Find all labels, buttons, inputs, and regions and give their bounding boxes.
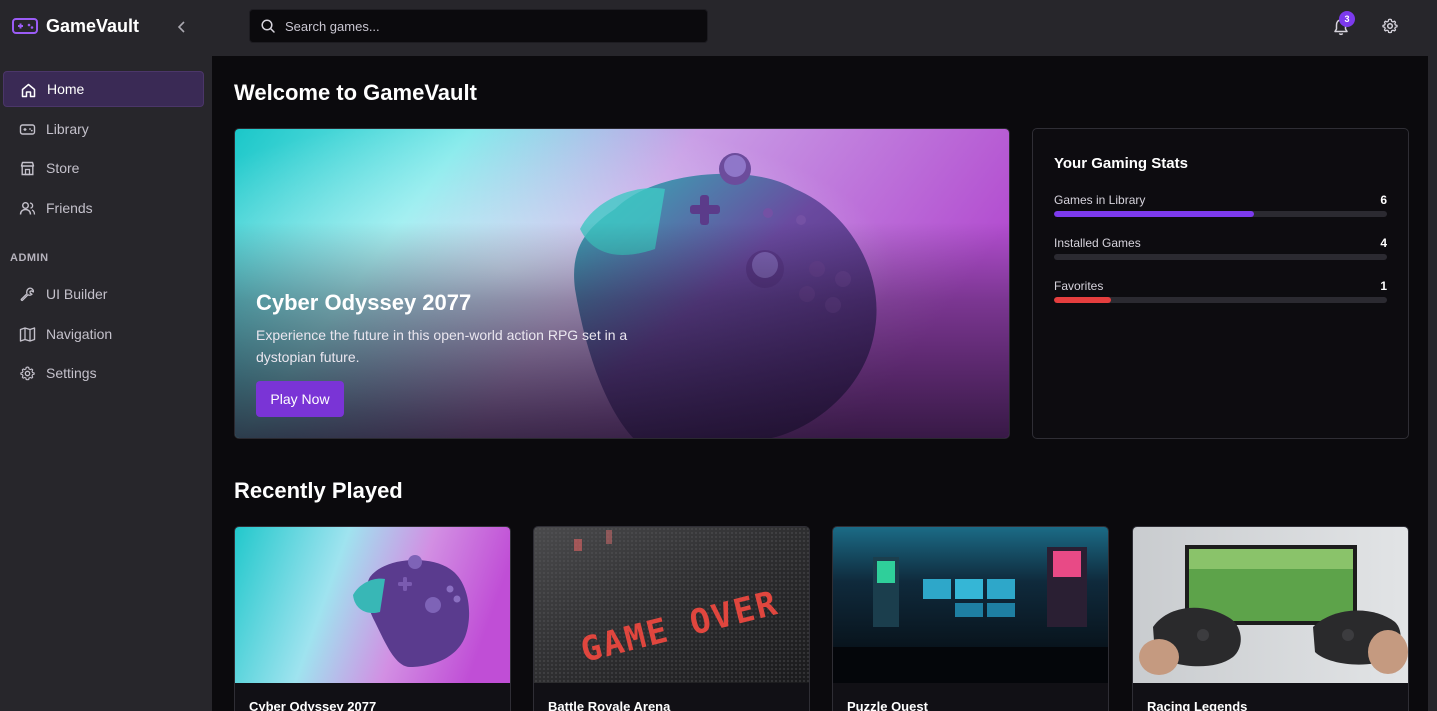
app-root: GameVault 3 Home — [0, 0, 1437, 711]
stat-value: 1 — [1380, 279, 1387, 293]
sidebar-item-navigation[interactable]: Navigation — [3, 316, 204, 352]
hero-title: Cyber Odyssey 2077 — [256, 290, 472, 315]
admin-section-label: ADMIN — [10, 252, 49, 264]
top-bar: GameVault 3 — [0, 0, 1437, 56]
search-icon — [261, 19, 275, 33]
gamepad-icon — [19, 124, 36, 135]
sidebar-item-store[interactable]: Store — [3, 150, 204, 186]
game-card-title: Battle Royale Arena — [548, 699, 671, 711]
stat-value: 6 — [1380, 193, 1387, 207]
chevron-left-icon — [177, 21, 185, 33]
game-cover-image: GAME OVER — [534, 527, 809, 683]
app-name: GameVault — [46, 16, 140, 36]
settings-gear-icon[interactable] — [1381, 17, 1399, 35]
stat-value: 4 — [1380, 236, 1387, 250]
stat-label: Games in Library — [1054, 193, 1146, 207]
gamepad-logo-icon — [12, 18, 38, 34]
game-cover-image — [235, 527, 510, 683]
play-now-button[interactable]: Play Now — [256, 381, 344, 417]
main-scrollbar[interactable] — [1428, 56, 1437, 711]
stat-favorites: Favorites 1 — [1054, 279, 1387, 315]
stat-installed-games: Installed Games 4 — [1054, 236, 1387, 272]
collapse-sidebar-button[interactable] — [174, 18, 190, 36]
sidebar-item-settings[interactable]: Settings — [3, 355, 204, 391]
sidebar-item-label: Settings — [46, 365, 97, 381]
map-icon — [19, 327, 36, 342]
sidebar-item-home[interactable]: Home — [3, 71, 204, 107]
gear-icon — [20, 366, 35, 381]
wrench-icon — [20, 287, 35, 302]
stat-progress-fill — [1054, 297, 1111, 303]
game-card[interactable]: Cyber Odyssey 2077 — [234, 526, 511, 711]
search-box — [249, 9, 708, 43]
search-input[interactable] — [285, 10, 695, 42]
notification-badge: 3 — [1339, 11, 1355, 27]
store-icon — [20, 161, 35, 176]
stat-progress-track — [1054, 297, 1387, 303]
game-cover-image — [1133, 527, 1408, 683]
hero-description: Experience the future in this open-world… — [256, 327, 628, 365]
stat-games-in-library: Games in Library 6 — [1054, 193, 1387, 229]
sidebar: Home Library Store Friends ADMIN UI Buil… — [0, 56, 212, 711]
sidebar-item-label: Library — [46, 121, 89, 137]
stat-progress-track — [1054, 211, 1387, 217]
stat-progress-fill — [1054, 211, 1254, 217]
game-cover-image — [833, 527, 1108, 683]
game-card[interactable]: Racing Legends — [1132, 526, 1409, 711]
game-card-title: Puzzle Quest — [847, 699, 928, 711]
sidebar-item-label: Friends — [46, 200, 93, 216]
page-title: Welcome to GameVault — [234, 80, 477, 105]
sidebar-item-library[interactable]: Library — [3, 111, 204, 147]
sidebar-item-label: UI Builder — [46, 286, 108, 302]
hero-overlay — [235, 129, 1009, 438]
gaming-stats-panel: Your Gaming Stats Games in Library 6 Ins… — [1032, 128, 1409, 439]
game-card[interactable]: GAME OVER Battle Royale Arena — [533, 526, 810, 711]
game-card-title: Cyber Odyssey 2077 — [249, 699, 377, 711]
stat-progress-track — [1054, 254, 1387, 260]
game-card[interactable]: Puzzle Quest — [832, 526, 1109, 711]
recently-played-title: Recently Played — [234, 478, 403, 503]
sidebar-item-friends[interactable]: Friends — [3, 190, 204, 226]
stats-title: Your Gaming Stats — [1054, 155, 1188, 172]
sidebar-item-label: Navigation — [46, 326, 113, 342]
stat-label: Favorites — [1054, 279, 1104, 293]
featured-game-banner: Cyber Odyssey 2077 Experience the future… — [234, 128, 1010, 439]
sidebar-item-label: Store — [46, 160, 80, 176]
stat-label: Installed Games — [1054, 236, 1141, 250]
home-icon — [21, 83, 36, 98]
users-icon — [19, 202, 36, 215]
sidebar-item-ui-builder[interactable]: UI Builder — [3, 276, 204, 312]
main-content: Welcome to GameVault Cyber Odyssey 2077 … — [212, 56, 1428, 711]
sidebar-item-label: Home — [47, 81, 85, 97]
game-card-title: Racing Legends — [1147, 699, 1248, 711]
